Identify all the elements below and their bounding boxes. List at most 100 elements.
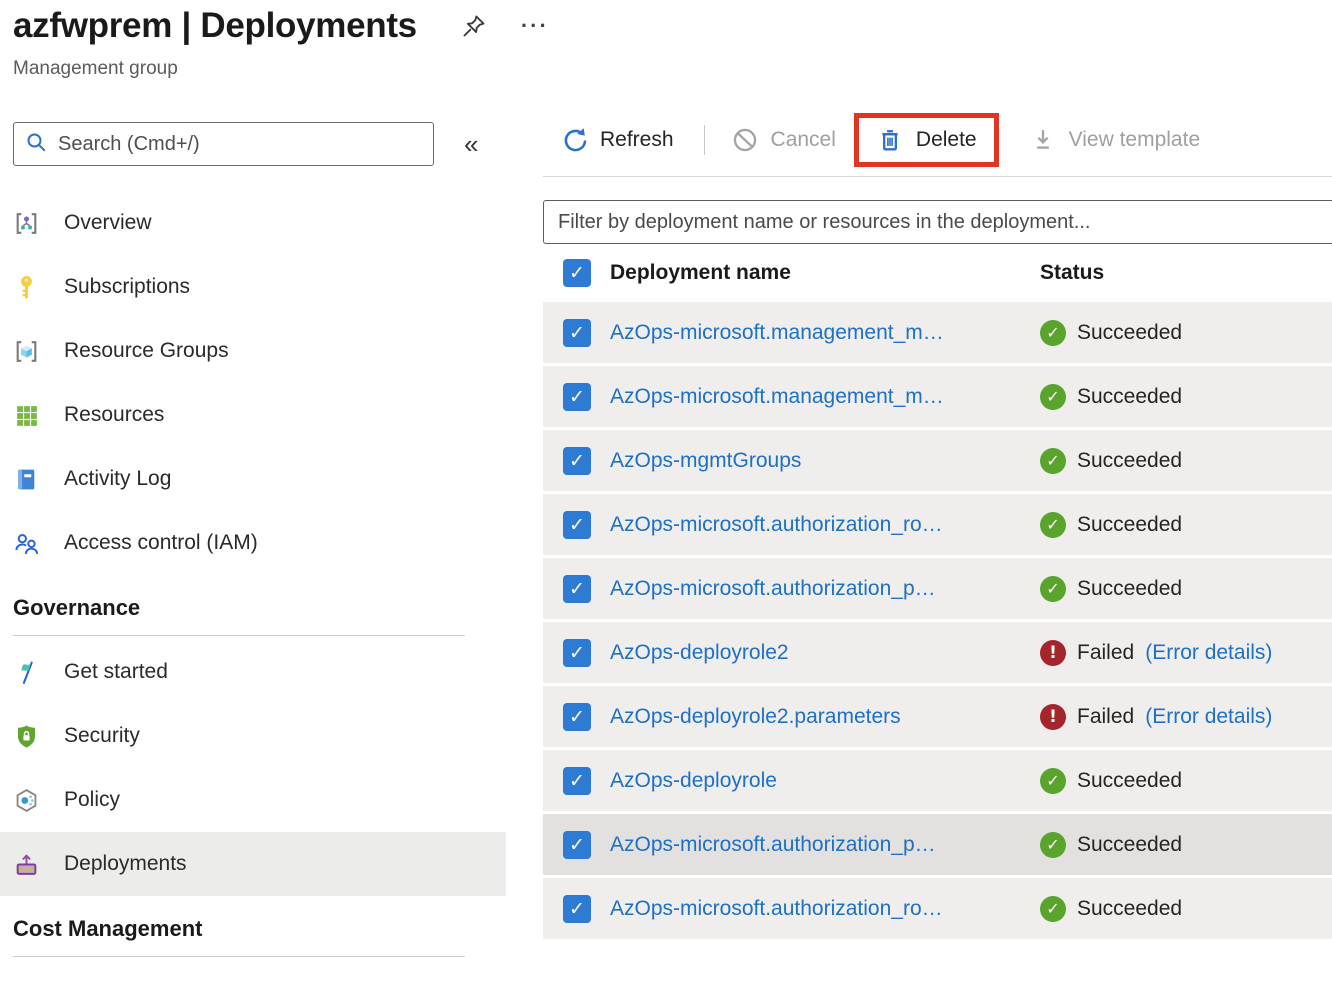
status-cell: ✓ Succeeded: [1040, 768, 1332, 794]
table-row[interactable]: ✓ AzOps-microsoft.management_m… ✓ Succee…: [543, 302, 1332, 363]
pin-icon[interactable]: [461, 13, 487, 39]
sidebar-item-resources[interactable]: Resources: [0, 383, 506, 447]
row-checkbox[interactable]: ✓: [563, 895, 591, 923]
table-row[interactable]: ✓ AzOps-mgmtGroups ✓ Succeeded: [543, 430, 1332, 491]
deployment-name-link[interactable]: AzOps-deployrole2: [610, 641, 1021, 665]
row-checkbox[interactable]: ✓: [563, 447, 591, 475]
select-all-checkbox[interactable]: ✓: [563, 259, 591, 287]
delete-button[interactable]: Delete: [876, 126, 977, 154]
divider: [543, 176, 1332, 177]
sidebar: « Overview Subscriptions Resource Groups: [0, 108, 506, 961]
deployment-name-link[interactable]: AzOps-microsoft.management_m…: [610, 385, 1021, 409]
status-cell: ! Failed (Error details): [1040, 704, 1332, 730]
sidebar-item-activity-log[interactable]: Activity Log: [0, 447, 506, 511]
status-cell: ✓ Succeeded: [1040, 576, 1332, 602]
row-checkbox[interactable]: ✓: [563, 511, 591, 539]
toolbar-separator: [704, 125, 705, 155]
failed-icon: !: [1040, 704, 1066, 730]
deployment-name-link[interactable]: AzOps-mgmtGroups: [610, 449, 1021, 473]
filter-input[interactable]: [544, 211, 1332, 234]
sidebar-item-label: Overview: [64, 211, 152, 235]
deployment-name-link[interactable]: AzOps-microsoft.authorization_ro…: [610, 513, 1021, 537]
search-icon: [24, 130, 48, 159]
filter-box[interactable]: [543, 200, 1332, 244]
column-header-deployment-name: Deployment name: [610, 261, 1021, 285]
sidebar-item-label: Deployments: [64, 852, 187, 876]
table-row[interactable]: ✓ AzOps-microsoft.authorization_ro… ✓ Su…: [543, 878, 1332, 939]
deployment-name-link[interactable]: AzOps-microsoft.authorization_p…: [610, 577, 1021, 601]
row-checkbox[interactable]: ✓: [563, 319, 591, 347]
deployment-name-link[interactable]: AzOps-deployrole: [610, 769, 1021, 793]
sidebar-item-label: Security: [64, 724, 140, 748]
status-cell: ✓ Succeeded: [1040, 832, 1332, 858]
search-input[interactable]: [58, 133, 423, 156]
toolbar: Refresh Cancel Delete: [543, 108, 1332, 172]
azure-portal-page: azfwprem | Deployments ··· Management gr…: [0, 0, 1332, 1000]
trash-icon: [876, 126, 904, 154]
access-control-icon: [13, 530, 40, 557]
row-checkbox[interactable]: ✓: [563, 575, 591, 603]
activity-log-icon: [13, 466, 40, 493]
search-box[interactable]: [13, 122, 434, 166]
page-header: azfwprem | Deployments ··· Management gr…: [13, 6, 549, 80]
overview-icon: [13, 210, 40, 237]
table-header: ✓ Deployment name Status: [543, 244, 1332, 302]
table-row[interactable]: ✓ AzOps-microsoft.authorization_ro… ✓ Su…: [543, 494, 1332, 555]
table-row[interactable]: ✓ AzOps-deployrole2.parameters ! Failed …: [543, 686, 1332, 747]
policy-icon: [13, 787, 40, 814]
table-row[interactable]: ✓ AzOps-deployrole ✓ Succeeded: [543, 750, 1332, 811]
row-checkbox[interactable]: ✓: [563, 639, 591, 667]
succeeded-icon: ✓: [1040, 896, 1066, 922]
deployment-name-link[interactable]: AzOps-microsoft.authorization_p…: [610, 833, 1021, 857]
deployments-icon: [13, 851, 40, 878]
sidebar-item-overview[interactable]: Overview: [0, 191, 506, 255]
resource-groups-icon: [13, 338, 40, 365]
table-row[interactable]: ✓ AzOps-microsoft.management_m… ✓ Succee…: [543, 366, 1332, 427]
column-header-status: Status: [1040, 261, 1332, 285]
row-checkbox[interactable]: ✓: [563, 767, 591, 795]
succeeded-icon: ✓: [1040, 384, 1066, 410]
section-header-cost-management: Cost Management: [0, 916, 506, 942]
sidebar-item-deployments[interactable]: Deployments: [0, 832, 506, 896]
deployment-name-link[interactable]: AzOps-deployrole2.parameters: [610, 705, 1021, 729]
view-template-button[interactable]: View template: [1029, 126, 1201, 154]
table-row[interactable]: ✓ AzOps-microsoft.authorization_p… ✓ Suc…: [543, 814, 1332, 875]
status-cell: ✓ Succeeded: [1040, 320, 1332, 346]
sidebar-item-policy[interactable]: Policy: [0, 768, 506, 832]
succeeded-icon: ✓: [1040, 576, 1066, 602]
refresh-icon: [560, 126, 588, 154]
succeeded-icon: ✓: [1040, 448, 1066, 474]
error-details-link[interactable]: (Error details): [1145, 705, 1272, 729]
section-header-governance: Governance: [0, 595, 506, 621]
error-details-link[interactable]: (Error details): [1145, 641, 1272, 665]
succeeded-icon: ✓: [1040, 768, 1066, 794]
table-row[interactable]: ✓ AzOps-microsoft.authorization_p… ✓ Suc…: [543, 558, 1332, 619]
status-cell: ! Failed (Error details): [1040, 640, 1332, 666]
sidebar-search-row: «: [13, 122, 493, 166]
divider: [13, 635, 465, 636]
download-icon: [1029, 126, 1057, 154]
row-checkbox[interactable]: ✓: [563, 703, 591, 731]
deployment-name-link[interactable]: AzOps-microsoft.management_m…: [610, 321, 1021, 345]
sidebar-item-subscriptions[interactable]: Subscriptions: [0, 255, 506, 319]
sidebar-item-access-control[interactable]: Access control (IAM): [0, 511, 506, 575]
refresh-button[interactable]: Refresh: [560, 126, 674, 154]
table-row[interactable]: ✓ AzOps-deployrole2 ! Failed (Error deta…: [543, 622, 1332, 683]
collapse-sidebar-button[interactable]: «: [464, 129, 478, 160]
sidebar-item-get-started[interactable]: Get started: [0, 640, 506, 704]
sidebar-nav: Overview Subscriptions Resource Groups R…: [0, 191, 506, 957]
flag-icon: [13, 659, 40, 686]
cancel-icon: [731, 126, 759, 154]
row-checkbox[interactable]: ✓: [563, 383, 591, 411]
deployment-name-link[interactable]: AzOps-microsoft.authorization_ro…: [610, 897, 1021, 921]
page-subtitle: Management group: [13, 58, 549, 80]
cancel-button[interactable]: Cancel: [731, 126, 836, 154]
succeeded-icon: ✓: [1040, 512, 1066, 538]
delete-button-highlight: Delete: [854, 113, 999, 167]
ellipsis-icon[interactable]: ···: [521, 21, 549, 31]
sidebar-item-label: Resources: [64, 403, 164, 427]
status-cell: ✓ Succeeded: [1040, 448, 1332, 474]
sidebar-item-security[interactable]: Security: [0, 704, 506, 768]
row-checkbox[interactable]: ✓: [563, 831, 591, 859]
sidebar-item-resource-groups[interactable]: Resource Groups: [0, 319, 506, 383]
